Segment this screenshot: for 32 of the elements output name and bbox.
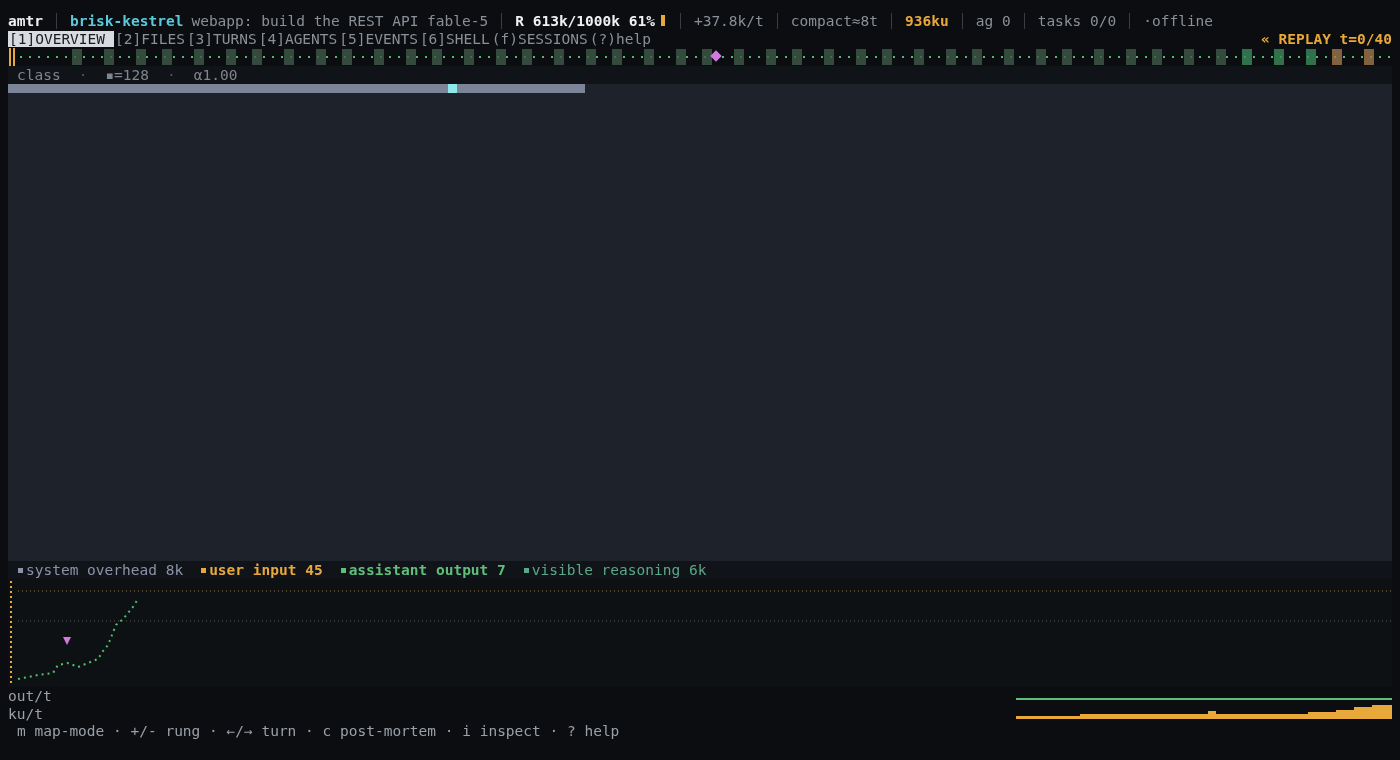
app-name: amtr: [8, 12, 43, 29]
tab[interactable]: [6]SHELL: [418, 31, 491, 47]
legend-label: system overhead 8k: [26, 562, 184, 578]
status-text: R 613k/1000k 61%: [515, 12, 655, 29]
rate-label: out/t: [8, 687, 52, 705]
rate-label: ku/t: [8, 705, 44, 723]
status-text: 936ku: [905, 12, 949, 29]
tab[interactable]: [1]OVERVIEW: [8, 31, 115, 47]
map-setting: α1.00: [193, 67, 238, 83]
tab[interactable]: [4]AGENTS: [257, 31, 339, 47]
map-setting: class: [17, 67, 61, 83]
task-title: webapp: build the REST API fable-5: [191, 12, 489, 29]
keyboard-hints: m map-mode · +/- rung · ←/→ turn · c post-mortem · i inspect · ? help: [16, 723, 621, 741]
status-text: ·offline: [1143, 12, 1214, 29]
separator: ·: [167, 67, 176, 83]
status-text: +37.8k/t: [693, 12, 764, 29]
status-text: tasks 0/0: [1037, 12, 1117, 29]
tab[interactable]: [3]TURNS: [185, 31, 258, 47]
status-text: ag 0: [975, 12, 1011, 29]
session-name: brisk-kestrel: [69, 12, 184, 29]
budget-gauge-icon: [660, 15, 665, 26]
legend-label: user input 45: [209, 562, 323, 578]
separator: ·: [78, 67, 88, 83]
legend-label: assistant output 7: [348, 562, 506, 578]
tab[interactable]: (f)SESSIONS: [490, 31, 589, 47]
tab[interactable]: [5]EVENTS: [338, 31, 419, 47]
legend-label: visible reasoning 6k: [531, 562, 707, 578]
map-setting: ▪=128: [105, 67, 150, 83]
replay-indicator: « REPLAY t=0/40: [1261, 31, 1392, 47]
tab[interactable]: [2]FILES: [114, 31, 186, 47]
status-text: compact≈8t: [790, 12, 879, 29]
tab[interactable]: (?)help: [588, 31, 652, 47]
